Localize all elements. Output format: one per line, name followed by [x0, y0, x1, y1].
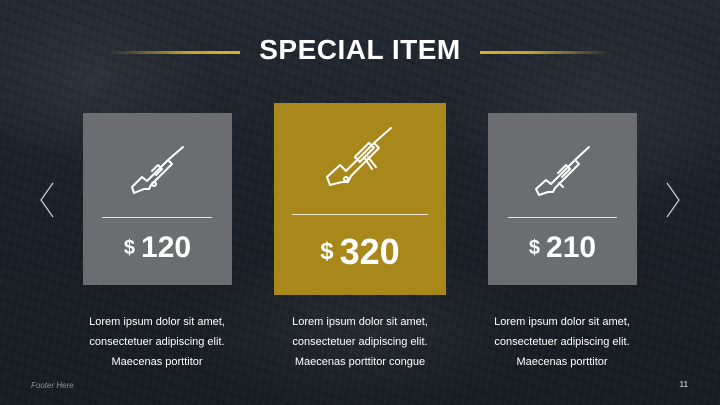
item-description-2: Lorem ipsum dolor sit amet, consectetuer… [260, 312, 460, 372]
description-line: consectetuer adipiscing elit. [494, 336, 630, 348]
title-decoration-right [480, 51, 610, 54]
description-line: Maecenas porttitor congue [294, 356, 426, 368]
description-line: Maecenas porttitor [111, 356, 203, 368]
sniper-rifle-icon [324, 125, 396, 202]
price-label: $320 [274, 231, 446, 273]
chevron-right-icon [666, 182, 680, 218]
currency-symbol: $ [320, 238, 334, 265]
card-divider [508, 217, 617, 218]
title-row: SPECIAL ITEM [0, 32, 720, 72]
currency-symbol: $ [123, 236, 136, 259]
scoped-rifle-icon [533, 143, 593, 208]
price-value: 210 [546, 231, 597, 264]
card-divider [292, 214, 428, 215]
slide-title: SPECIAL ITEM [259, 34, 461, 65]
prev-arrow-button[interactable] [40, 182, 54, 223]
description-line: Maecenas porttitor [516, 356, 608, 368]
page-number: 11 [679, 380, 688, 389]
chevron-left-icon [40, 182, 54, 218]
item-card-2-featured[interactable]: $320 [274, 103, 446, 295]
item-card-3[interactable]: $210 [488, 113, 637, 285]
description-line: consectetuer adipiscing elit. [292, 336, 428, 348]
price-label: $210 [488, 231, 637, 265]
item-description-1: Lorem ipsum dolor sit amet, consectetuer… [57, 312, 257, 372]
description-line: Lorem ipsum dolor sit amet, [292, 316, 428, 328]
price-value: 120 [141, 231, 192, 264]
price-value: 320 [339, 231, 400, 272]
item-description-3: Lorem ipsum dolor sit amet, consectetuer… [462, 312, 662, 372]
card-divider [102, 217, 212, 218]
description-line: Lorem ipsum dolor sit amet, [494, 316, 630, 328]
footer-text: Footer Here [31, 381, 74, 390]
item-card-1[interactable]: $120 [83, 113, 232, 285]
price-label: $120 [83, 231, 232, 265]
rifle-icon [128, 143, 188, 208]
next-arrow-button[interactable] [666, 182, 680, 223]
title-decoration-left [110, 51, 240, 54]
description-line: consectetuer adipiscing elit. [89, 336, 225, 348]
currency-symbol: $ [528, 236, 541, 259]
description-line: Lorem ipsum dolor sit amet, [89, 316, 225, 328]
